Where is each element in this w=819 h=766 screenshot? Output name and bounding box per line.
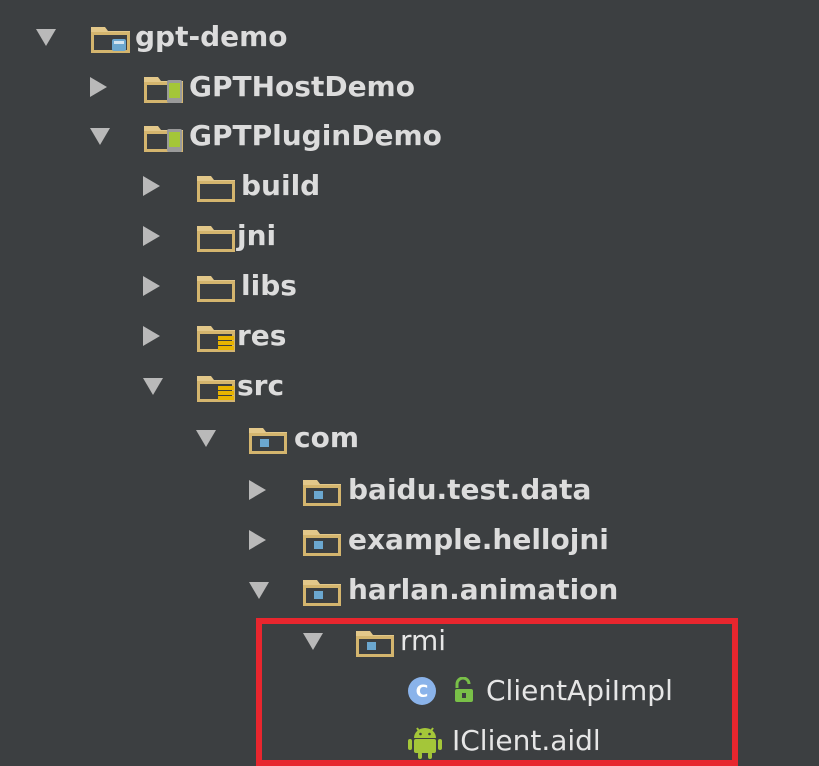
chevron-right-icon[interactable]: [249, 530, 266, 550]
tree-row-label: gpt-demo: [135, 20, 288, 53]
chevron-down-icon[interactable]: [196, 429, 216, 447]
package-folder-icon: [355, 626, 395, 658]
tree-row-baidu-test-data[interactable]: baidu.test.data: [0, 465, 819, 515]
android-module-folder-icon: [143, 121, 187, 153]
tree-row-clientapiimpl[interactable]: C ClientApiImpl: [0, 666, 819, 716]
tree-row-iclient-aidl[interactable]: IClient.aidl: [0, 716, 819, 766]
package-folder-icon: [248, 423, 288, 455]
chevron-right-icon[interactable]: [143, 226, 160, 246]
chevron-down-icon[interactable]: [249, 581, 269, 599]
chevron-right-icon[interactable]: [143, 276, 160, 296]
tree-row-label: src: [237, 369, 285, 402]
tree-row-label: jni: [237, 219, 277, 252]
svg-text:C: C: [416, 682, 428, 702]
tree-row-label: res: [237, 319, 287, 352]
tree-row-example-hellojni[interactable]: example.hellojni: [0, 515, 819, 565]
tree-row-rmi[interactable]: rmi: [0, 616, 819, 666]
tree-row-label: baidu.test.data: [348, 473, 592, 506]
java-class-icon: C: [406, 675, 438, 707]
chevron-right-icon[interactable]: [90, 77, 107, 97]
package-folder-icon: [302, 475, 342, 507]
tree-row-build[interactable]: build: [0, 161, 819, 211]
tree-row-jni[interactable]: jni: [0, 211, 819, 261]
package-folder-icon: [302, 525, 342, 557]
folder-icon: [196, 221, 236, 253]
chevron-down-icon[interactable]: [90, 127, 110, 145]
tree-row-gptplugindemo[interactable]: GPTPluginDemo: [0, 111, 819, 161]
tree-row-label: IClient.aidl: [452, 724, 601, 757]
project-tree: gpt-demo GPTHostDemo GPTPluginDemo build…: [0, 0, 819, 766]
tree-row-libs[interactable]: libs: [0, 261, 819, 311]
tree-row-res[interactable]: res: [0, 311, 819, 361]
folder-icon: [196, 171, 236, 203]
tree-row-label: rmi: [400, 624, 447, 657]
android-module-folder-icon: [143, 72, 187, 104]
resource-folder-icon: [196, 321, 236, 353]
chevron-down-icon[interactable]: [143, 377, 163, 395]
tree-row-label: com: [294, 421, 360, 454]
tree-row-gpt-demo[interactable]: gpt-demo: [0, 12, 819, 62]
tree-row-com[interactable]: com: [0, 413, 819, 463]
unlocked-icon: [452, 677, 476, 705]
chevron-down-icon[interactable]: [303, 632, 323, 650]
tree-row-label: libs: [241, 269, 297, 302]
folder-icon: [196, 271, 236, 303]
tree-row-label: GPTPluginDemo: [189, 119, 442, 152]
chevron-right-icon[interactable]: [249, 480, 266, 500]
tree-row-label: ClientApiImpl: [486, 674, 673, 707]
tree-row-label: GPTHostDemo: [189, 70, 415, 103]
tree-row-label: harlan.animation: [348, 573, 619, 606]
tree-row-src[interactable]: src: [0, 361, 819, 411]
tree-row-label: build: [241, 169, 321, 202]
project-folder-icon: [90, 22, 132, 54]
tree-row-gpthostdemo[interactable]: GPTHostDemo: [0, 62, 819, 112]
android-icon: [408, 724, 442, 760]
tree-row-harlan-animation[interactable]: harlan.animation: [0, 565, 819, 615]
package-folder-icon: [302, 575, 342, 607]
source-root-folder-icon: [196, 371, 236, 403]
chevron-down-icon[interactable]: [36, 28, 56, 46]
chevron-right-icon[interactable]: [143, 326, 160, 346]
chevron-right-icon[interactable]: [143, 176, 160, 196]
tree-row-label: example.hellojni: [348, 523, 609, 556]
